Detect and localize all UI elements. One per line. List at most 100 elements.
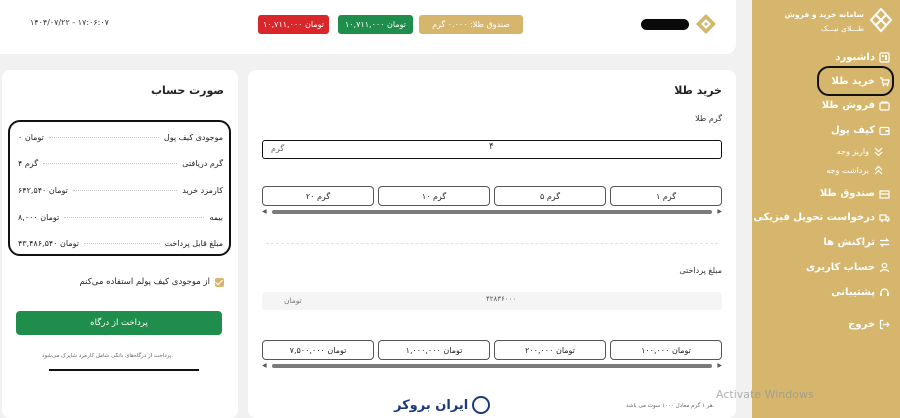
gram-preset-button[interactable]: ۱۰ گرم bbox=[378, 186, 490, 206]
summary-value: ۶۴۲,۵۴۰ تومان bbox=[18, 185, 68, 195]
buy-title: خرید طلا bbox=[674, 84, 722, 97]
amount-preset-button[interactable]: ۱۰۰,۰۰۰ تومان bbox=[610, 340, 722, 360]
summary-value: ۴ گرم bbox=[18, 158, 39, 168]
amount-preset-row: ۱۰۰,۰۰۰ تومان ۲۰۰,۰۰۰ تومان ۱,۰۰۰,۰۰۰ تو… bbox=[262, 340, 722, 360]
logout-icon bbox=[879, 319, 890, 330]
sidebar-item-label: پشتیبانی bbox=[831, 287, 875, 298]
use-wallet-label: از موجودی کیف پولم استفاده می‌کنم bbox=[79, 277, 210, 287]
use-wallet-checkbox[interactable] bbox=[215, 277, 224, 287]
summary-label: موجودی کیف پول bbox=[163, 132, 223, 142]
gram-preset-row: ۱ گرم ۵ گرم ۱۰ گرم ۲۰ گرم bbox=[262, 186, 722, 206]
sidebar-item-transactions[interactable]: تراکنش ها bbox=[823, 237, 890, 248]
use-wallet-option[interactable]: از موجودی کیف پولم استفاده می‌کنم bbox=[79, 277, 224, 287]
scroll-left-icon[interactable]: ◀ bbox=[262, 362, 267, 370]
sidebar-item-label: حساب کاربری bbox=[805, 262, 875, 273]
summary-row-wallet: موجودی کیف پول ۰ تومان bbox=[18, 130, 223, 144]
sidebar-item-sell-gold[interactable]: فروش طلا bbox=[822, 100, 890, 111]
summary-value: ۴۳,۴۸۶,۵۴۰ تومان bbox=[18, 238, 79, 248]
activate-windows-watermark: Activate Windows bbox=[716, 388, 814, 401]
sidebar-item-account[interactable]: حساب کاربری bbox=[806, 262, 890, 273]
scroll-right-icon[interactable]: ▶ bbox=[717, 362, 722, 370]
sidebar-item-label: تراکنش ها bbox=[823, 237, 875, 248]
amount-value: ۴۲۸۳۶۰۰۰ bbox=[486, 295, 517, 303]
brand: سامانه خرید و فروش طـــلای نیـــک bbox=[756, 6, 893, 42]
amount-field[interactable]: ۴۲۸۳۶۰۰۰ تومان bbox=[262, 292, 722, 310]
wallet-balance-badge: ۱۰,۷۱۱,۰۰۰ تومان bbox=[338, 15, 413, 34]
summary-row-payable: مبلغ قابل پرداخت ۴۳,۴۸۶,۵۴۰ تومان bbox=[18, 236, 223, 250]
summary-row-insurance: بیمه ۸,۰۰۰ تومان bbox=[18, 210, 223, 224]
dotted-leader bbox=[72, 189, 178, 191]
sidebar-item-label: برداشت وجه bbox=[826, 166, 869, 175]
support-icon bbox=[879, 287, 890, 298]
sidebar-item-label: داشبورد bbox=[835, 52, 875, 63]
amount-unit: تومان bbox=[284, 296, 302, 305]
gram-preset-button[interactable]: ۱ گرم bbox=[610, 186, 722, 206]
summary-row-grams: گرم دریافتی ۴ گرم bbox=[18, 156, 223, 170]
footnote: هر ۱ گرم معادل ۱۰۰۰ سوت می باشد. bbox=[626, 403, 715, 409]
sidebar-item-label: خرید طلا bbox=[831, 76, 875, 87]
note-underline bbox=[49, 369, 199, 371]
gram-preset-button[interactable]: ۲۰ گرم bbox=[262, 186, 374, 206]
scroll-right-icon[interactable]: ▶ bbox=[717, 208, 722, 216]
buy-gold-card: خرید طلا گرم طلا گرم ۴ ۱ گرم ۵ گرم ۱۰ گر… bbox=[248, 70, 736, 418]
summary-label: مبلغ قابل پرداخت bbox=[164, 238, 223, 248]
brand-subtitle: طـــلای نیـــک bbox=[821, 24, 864, 33]
gram-unit: گرم bbox=[271, 144, 285, 153]
date-time: ۱۴۰۴/۰۷/۲۲ - ۱۷:۰۶:۰۷ bbox=[30, 18, 109, 27]
sidebar-item-buy-gold[interactable]: خرید طلا bbox=[832, 76, 890, 87]
amount-preset-button[interactable]: ۷,۵۰۰,۰۰۰ تومان bbox=[262, 340, 374, 360]
dotted-leader bbox=[48, 136, 159, 138]
sidebar: سامانه خرید و فروش طـــلای نیـــک داشبور… bbox=[752, 0, 900, 418]
watermark-brand: ایران بروکر bbox=[394, 397, 469, 413]
sidebar-item-physical-delivery[interactable]: درخواست تحویل فیزیکی bbox=[753, 212, 890, 223]
scrollbar-thumb[interactable] bbox=[272, 210, 712, 214]
sidebar-item-dashboard[interactable]: داشبورد bbox=[835, 52, 890, 63]
sidebar-item-label: واریز وجه bbox=[836, 147, 869, 156]
invoice-summary: موجودی کیف پول ۰ تومان گرم دریافتی ۴ گرم… bbox=[8, 120, 231, 256]
sidebar-item-label: صندوق طلا bbox=[819, 188, 875, 199]
summary-value: ۸,۰۰۰ تومان bbox=[18, 212, 60, 222]
invoice-card: صورت حساب موجودی کیف پول ۰ تومان گرم دری… bbox=[2, 70, 238, 418]
amount-preset-button[interactable]: ۲۰۰,۰۰۰ تومان bbox=[494, 340, 606, 360]
gram-presets-scrollbar[interactable]: ◀ ▶ bbox=[262, 208, 722, 216]
balance-badge-red: ۱۰,۷۱۱,۰۰۰ تومان bbox=[258, 15, 329, 34]
gram-preset-button[interactable]: ۵ گرم bbox=[494, 186, 606, 206]
dashboard-icon bbox=[879, 52, 890, 63]
summary-value: ۰ تومان bbox=[18, 132, 44, 142]
amount-presets-scrollbar[interactable]: ◀ ▶ bbox=[262, 362, 722, 370]
scrollbar-thumb[interactable] bbox=[272, 364, 712, 368]
withdraw-icon bbox=[873, 165, 884, 176]
invoice-title: صورت حساب bbox=[150, 84, 224, 97]
sidebar-item-logout[interactable]: خروج bbox=[848, 319, 890, 330]
dotted-leader bbox=[43, 162, 178, 164]
delivery-icon bbox=[879, 212, 890, 223]
sidebar-item-label: خروج bbox=[848, 319, 875, 330]
wallet-icon bbox=[879, 125, 890, 136]
top-header: ۱۴۰۴/۰۷/۲۲ - ۱۷:۰۶:۰۷ ۱۰,۷۱۱,۰۰۰ تومان ۱… bbox=[0, 0, 736, 54]
summary-label: بیمه bbox=[209, 212, 223, 222]
chart-badge-icon bbox=[472, 396, 491, 414]
sidebar-item-gold-box[interactable]: صندوق طلا bbox=[820, 188, 890, 199]
dotted-leader bbox=[83, 242, 160, 244]
brand-title: سامانه خرید و فروش bbox=[784, 10, 864, 19]
gold-box-icon bbox=[879, 188, 890, 199]
sidebar-item-support[interactable]: پشتیبانی bbox=[831, 287, 890, 298]
amount-label: مبلغ پرداختی bbox=[679, 266, 722, 275]
sell-icon bbox=[879, 100, 890, 111]
deposit-icon bbox=[873, 146, 884, 157]
sidebar-item-wallet[interactable]: کیف پول bbox=[831, 125, 890, 136]
sidebar-item-label: فروش طلا bbox=[821, 100, 875, 111]
watermark-logo: ایران بروکر bbox=[394, 396, 491, 414]
amount-preset-button[interactable]: ۱,۰۰۰,۰۰۰ تومان bbox=[378, 340, 490, 360]
sidebar-item-deposit[interactable]: واریز وجه bbox=[837, 146, 884, 157]
gram-input[interactable]: گرم ۴ bbox=[262, 140, 722, 159]
pay-gateway-button[interactable]: پرداخت از درگاه bbox=[16, 311, 222, 335]
redacted-username bbox=[641, 19, 689, 30]
dotted-leader bbox=[64, 216, 205, 218]
sidebar-item-withdraw[interactable]: برداشت وجه bbox=[826, 165, 884, 176]
brand-mark-icon bbox=[869, 7, 893, 36]
section-divider bbox=[266, 243, 718, 244]
summary-row-fee: کارمزد خرید ۶۴۲,۵۴۰ تومان bbox=[18, 183, 223, 197]
brand-logo-icon bbox=[695, 13, 717, 35]
scroll-left-icon[interactable]: ◀ bbox=[262, 208, 267, 216]
